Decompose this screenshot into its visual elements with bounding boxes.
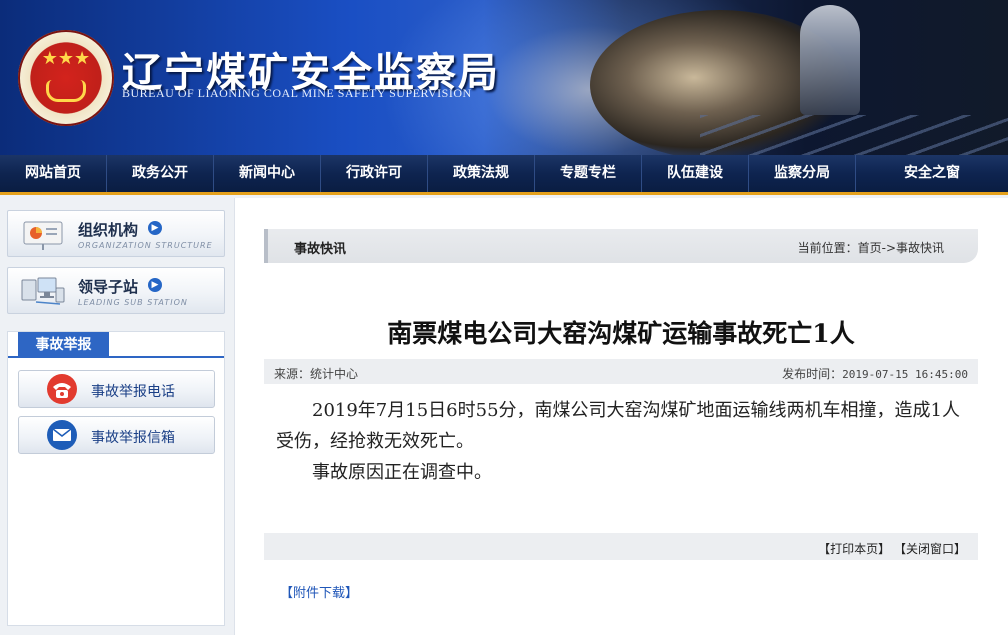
- nav-item-administrative-license[interactable]: 行政许可: [321, 155, 428, 192]
- report-mailbox-button[interactable]: 事故举报信箱: [18, 416, 215, 454]
- header-banner: ★★★ 辽宁煤矿安全监察局 BUREAU OF LIAONING COAL MI…: [0, 0, 1008, 155]
- sidebar-item-organization-en-label: ORGANIZATION STRUCTURE: [78, 241, 213, 250]
- publish-time-value: 2019-07-15 16:45:00: [842, 368, 968, 381]
- nav-item-policies-regulations[interactable]: 政策法规: [428, 155, 535, 192]
- nav-item-team-building[interactable]: 队伍建设: [642, 155, 749, 192]
- nav-item-government-affairs[interactable]: 政务公开: [107, 155, 214, 192]
- sidebar-item-leaders-label: 领导子站: [78, 278, 139, 296]
- nav-item-news-center[interactable]: 新闻中心: [214, 155, 321, 192]
- report-phone-button[interactable]: 事故举报电话: [18, 370, 215, 408]
- article-tools: 【打印本页】 【关闭窗口】: [818, 540, 966, 557]
- main-nav: 网站首页 政务公开 新闻中心 行政许可 政策法规 专题专栏 队伍建设 监察分局 …: [0, 155, 1008, 195]
- sidebar-item-organization-label: 组织机构: [78, 221, 139, 239]
- banner-tunnel-image: [700, 115, 1008, 155]
- location-bar: 事故快讯 当前位置：首页->事故快讯: [264, 229, 978, 263]
- presentation-chart-icon: [23, 221, 63, 250]
- article-source: 来源：统计中心: [274, 367, 359, 381]
- circle-arrow-right-icon: ▶: [148, 221, 162, 235]
- nav-item-special-topics[interactable]: 专题专栏: [535, 155, 642, 192]
- sidebar-item-organization[interactable]: 组织机构 ▶ ORGANIZATION STRUCTURE: [7, 210, 225, 257]
- site-subtitle: BUREAU OF LIAONING COAL MINE SAFETY SUPE…: [122, 86, 472, 100]
- section-title: 事故快讯: [294, 242, 347, 257]
- article-meta-bar: 来源：统计中心 发布时间：2019-07-15 16:45:00: [264, 359, 978, 384]
- article-tools-bar: 【打印本页】 【关闭窗口】: [264, 533, 978, 560]
- banner-miner-image: [800, 5, 860, 115]
- attachment-download-link[interactable]: 【附件下载】: [280, 582, 358, 601]
- publish-time-label: 发布时间：: [782, 367, 843, 381]
- sidebar-item-leaders[interactable]: 领导子站 ▶ LEADING SUB STATION: [7, 267, 225, 314]
- article-title: 南票煤电公司大窑沟煤矿运输事故死亡1人: [387, 319, 855, 348]
- main-content: 事故快讯 当前位置：首页->事故快讯 南票煤电公司大窑沟煤矿运输事故死亡1人 来…: [234, 198, 1008, 635]
- report-phone-label: 事故举报电话: [91, 384, 175, 400]
- article-body: 2019年7月15日6时55分，南煤公司大窑沟煤矿地面运输线两机车相撞，造成1人…: [276, 395, 966, 488]
- report-mailbox-label: 事故举报信箱: [91, 430, 175, 446]
- computer-network-icon: [21, 277, 65, 305]
- telephone-icon: [47, 374, 77, 404]
- national-emblem-logo: ★★★: [18, 30, 114, 126]
- nav-item-safety-window[interactable]: 安全之窗: [856, 155, 1008, 192]
- sidebar-item-leaders-en-label: LEADING SUB STATION: [78, 298, 188, 307]
- close-window-link[interactable]: 【关闭窗口】: [894, 542, 966, 556]
- envelope-icon: [47, 420, 77, 450]
- sidebar: 组织机构 ▶ ORGANIZATION STRUCTURE 领导子站 ▶ LEA…: [0, 198, 234, 635]
- article-paragraph: 2019年7月15日6时55分，南煤公司大窑沟煤矿地面运输线两机车相撞，造成1人…: [276, 400, 960, 452]
- breadcrumb[interactable]: 当前位置：首页->事故快讯: [798, 239, 944, 256]
- article-publish-time: 发布时间：2019-07-15 16:45:00: [782, 365, 968, 382]
- article-paragraph: 事故原因正在调查中。: [312, 462, 492, 483]
- emblem-stars-icon: ★★★: [41, 48, 91, 69]
- accident-report-panel: 事故举报 事故举报电话 事故举报信箱: [7, 331, 225, 626]
- print-page-link[interactable]: 【打印本页】: [818, 542, 890, 556]
- nav-item-branch-bureaus[interactable]: 监察分局: [749, 155, 856, 192]
- report-panel-tab: 事故举报: [18, 332, 109, 358]
- circle-arrow-right-icon: ▶: [148, 278, 162, 292]
- emblem-gear-icon: [46, 80, 86, 102]
- nav-item-home[interactable]: 网站首页: [0, 155, 107, 192]
